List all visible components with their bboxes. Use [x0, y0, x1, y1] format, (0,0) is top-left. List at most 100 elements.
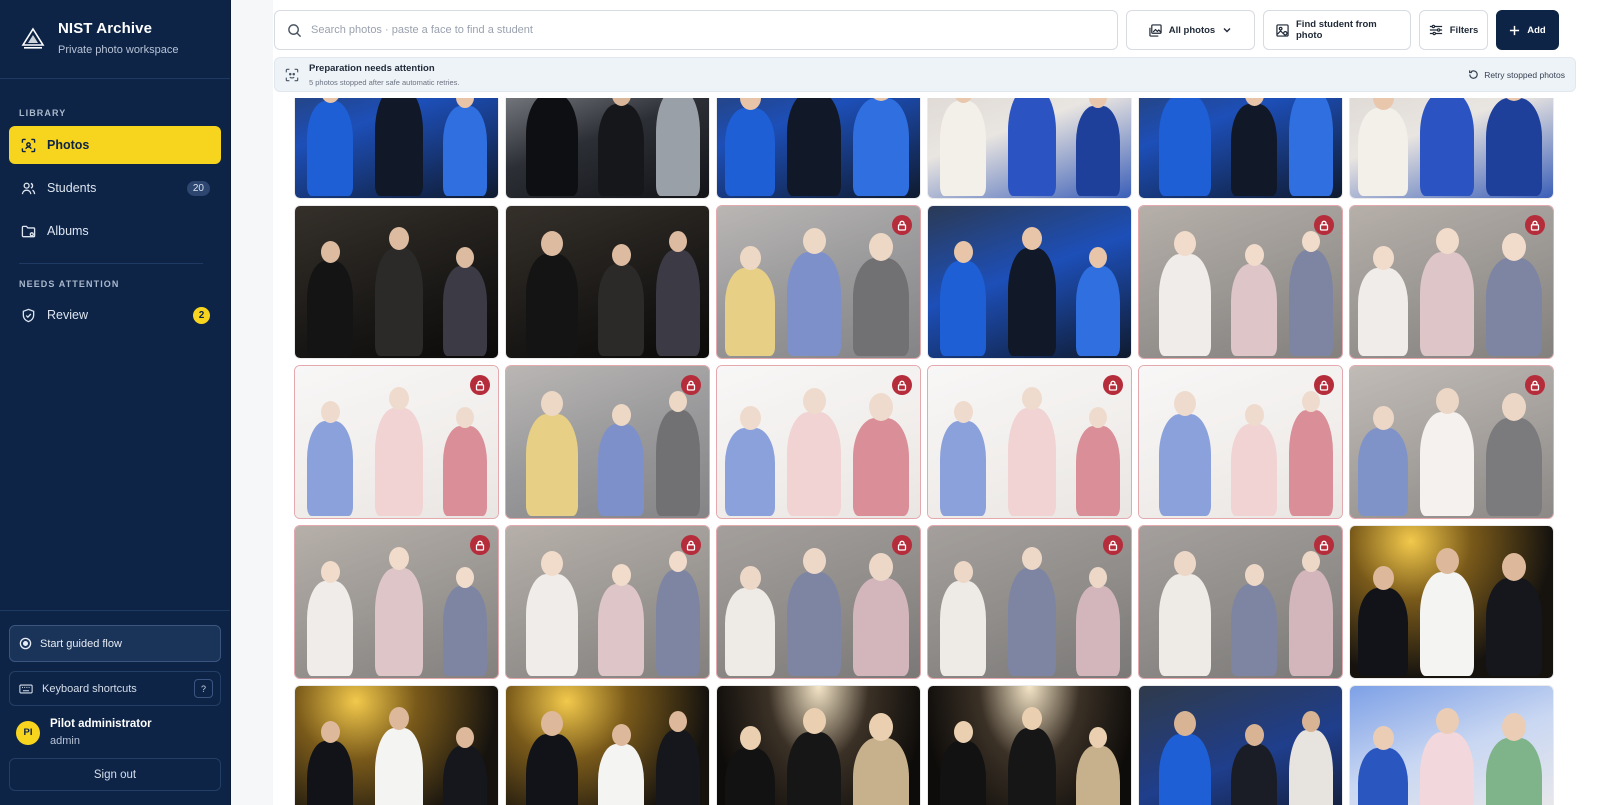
person-head	[456, 727, 474, 748]
photo-thumbnail[interactable]	[505, 365, 710, 519]
photo-thumbnail[interactable]	[294, 205, 499, 359]
photo-thumbnail[interactable]	[1349, 525, 1554, 679]
photo-thumbnail[interactable]	[505, 98, 710, 199]
all-photos-dropdown[interactable]: All photos	[1126, 10, 1255, 50]
photo-thumbnail[interactable]	[505, 685, 710, 805]
person-head	[1372, 726, 1394, 750]
sidebar-item-photos[interactable]: Photos	[9, 126, 221, 164]
retry-stopped-photos-button[interactable]: Retry stopped photos	[1468, 69, 1565, 80]
photo-thumbnail[interactable]	[927, 205, 1132, 359]
person-figure	[656, 730, 700, 805]
person-figure	[1289, 98, 1333, 196]
sidebar-item-students[interactable]: Students 20	[9, 169, 221, 207]
lock-icon	[1525, 375, 1545, 395]
person-head	[1022, 227, 1042, 250]
lock-icon	[1314, 375, 1334, 395]
review-count-badge: 2	[193, 306, 210, 324]
chevron-down-icon	[1222, 25, 1232, 35]
photo-thumbnail[interactable]	[927, 685, 1132, 805]
photo-thumbnail[interactable]	[1349, 205, 1554, 359]
photo-thumbnail[interactable]	[1138, 365, 1343, 519]
photo-thumbnail[interactable]	[1138, 205, 1343, 359]
person-figure	[526, 98, 578, 196]
library-section-label: LIBRARY	[19, 108, 67, 118]
person-head	[1372, 566, 1394, 590]
sidebar-item-label: Photos	[47, 138, 90, 152]
sidebar-item-albums[interactable]: Albums	[9, 212, 221, 250]
users-icon	[20, 180, 36, 196]
locked-overlay	[1350, 366, 1553, 518]
find-student-label: Find student from photo	[1296, 19, 1377, 41]
person-figure	[1008, 728, 1056, 805]
photo-thumbnail[interactable]	[294, 525, 499, 679]
person-figure	[375, 248, 423, 356]
find-student-from-photo-button[interactable]: Find student from photo	[1263, 10, 1411, 50]
photo-thumbnail[interactable]	[1349, 365, 1554, 519]
library-nav: Photos Students 20 Albums	[0, 126, 230, 250]
photo-thumbnail[interactable]	[927, 365, 1132, 519]
person-figure	[307, 741, 353, 805]
person-head	[1435, 548, 1459, 574]
filters-button[interactable]: Filters	[1419, 10, 1488, 50]
sign-out-button[interactable]: Sign out	[9, 758, 221, 791]
locked-overlay	[717, 206, 920, 358]
person-figure	[1486, 98, 1542, 196]
add-button[interactable]: Add	[1496, 10, 1559, 50]
photo-thumbnail[interactable]	[1138, 685, 1343, 805]
photo-thumbnail[interactable]	[927, 525, 1132, 679]
start-guided-flow-button[interactable]: Start guided flow	[9, 625, 221, 662]
photo-thumbnail[interactable]	[716, 365, 921, 519]
sidebar-item-review[interactable]: Review 2	[9, 296, 221, 334]
sidebar-footer: Start guided flow Keyboard shortcuts ? P…	[0, 610, 230, 805]
person-figure	[1231, 744, 1277, 805]
photo-thumbnail[interactable]	[716, 205, 921, 359]
search-bar[interactable]	[274, 10, 1118, 50]
person-head	[802, 708, 826, 734]
person-head	[1502, 713, 1526, 741]
sidebar-divider	[19, 263, 203, 264]
filters-label: Filters	[1449, 24, 1479, 36]
person-figure	[443, 106, 487, 196]
person-figure	[725, 108, 775, 196]
photo-thumbnail[interactable]	[927, 98, 1132, 199]
brand-header: NIST Archive Private photo workspace	[0, 0, 230, 79]
search-input[interactable]	[311, 24, 1105, 36]
photo-thumbnail[interactable]	[505, 205, 710, 359]
all-photos-label: All photos	[1168, 24, 1216, 36]
locked-overlay	[928, 526, 1131, 678]
photo-thumbnail[interactable]	[294, 98, 499, 199]
lock-icon	[470, 375, 490, 395]
photo-thumbnail[interactable]	[1349, 685, 1554, 805]
lock-icon	[1314, 215, 1334, 235]
user-name: Pilot administrator	[50, 718, 152, 730]
locked-overlay	[1139, 366, 1342, 518]
photo-thumbnail[interactable]	[1138, 98, 1343, 199]
attention-subtitle: 5 photos stopped after safe automatic re…	[309, 77, 460, 87]
keyboard-shortcuts-label: Keyboard shortcuts	[42, 682, 137, 695]
person-figure	[1289, 730, 1333, 805]
person-figure	[1159, 734, 1211, 805]
person-figure	[853, 98, 909, 196]
photo-thumbnail[interactable]	[294, 365, 499, 519]
photo-thumbnail[interactable]	[294, 685, 499, 805]
attention-banner: Preparation needs attention 5 photos sto…	[274, 57, 1576, 92]
person-figure	[1358, 108, 1408, 196]
photo-thumbnail[interactable]	[716, 685, 921, 805]
locked-overlay	[1139, 206, 1342, 358]
lock-icon	[681, 375, 701, 395]
person-figure	[307, 101, 353, 196]
person-figure	[1358, 748, 1408, 805]
locked-overlay	[717, 366, 920, 518]
person-head	[320, 241, 340, 263]
person-figure	[1008, 98, 1056, 196]
photo-thumbnail[interactable]	[1349, 98, 1554, 199]
person-figure	[598, 104, 644, 196]
lock-icon	[1314, 535, 1334, 555]
photo-thumbnail[interactable]	[716, 98, 921, 199]
person-head	[1174, 711, 1196, 736]
photo-thumbnail[interactable]	[1138, 525, 1343, 679]
photo-thumbnail[interactable]	[716, 525, 921, 679]
photo-thumbnail[interactable]	[505, 525, 710, 679]
person-figure	[307, 261, 353, 356]
keyboard-shortcuts-button[interactable]: Keyboard shortcuts ?	[9, 671, 221, 706]
